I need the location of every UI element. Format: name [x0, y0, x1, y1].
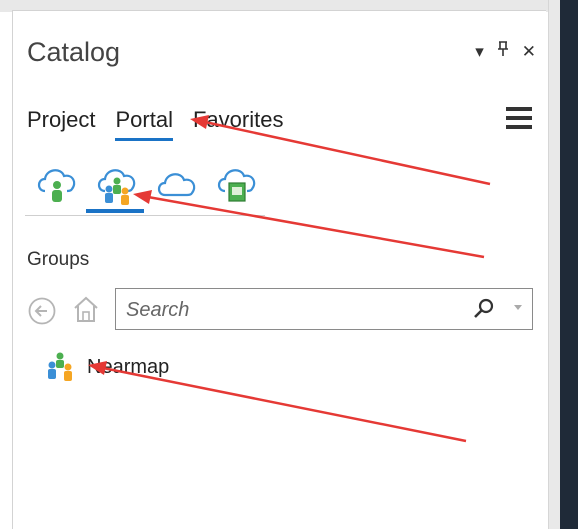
pane-controls: ▾ ✕	[475, 41, 536, 62]
tab-favorites[interactable]: Favorites	[193, 107, 287, 139]
catalog-pane: Catalog ▾ ✕ Project Portal Favorites Gro…	[12, 10, 546, 529]
pane-splitter[interactable]	[548, 0, 560, 529]
tab-project[interactable]: Project	[27, 107, 99, 139]
portal-source-bar	[35, 161, 259, 209]
pane-options-icon[interactable]: ▾	[475, 42, 484, 62]
home-icon[interactable]	[71, 293, 101, 325]
group-icon	[43, 351, 77, 383]
pin-icon[interactable]	[496, 41, 510, 62]
search-icon[interactable]	[472, 297, 496, 321]
search-input[interactable]	[124, 295, 458, 325]
active-source-indicator	[86, 209, 144, 213]
groups-cloud-icon[interactable]	[95, 161, 139, 209]
menu-icon[interactable]	[506, 107, 532, 129]
living-atlas-cloud-icon[interactable]	[215, 161, 259, 209]
section-heading: Groups	[27, 249, 90, 270]
catalog-tabs: Project Portal Favorites	[27, 107, 303, 141]
search-box	[115, 288, 533, 330]
my-content-cloud-icon[interactable]	[35, 161, 79, 209]
map-view-edge	[560, 0, 578, 529]
all-portal-cloud-icon[interactable]	[155, 161, 199, 209]
list-item[interactable]: Nearmap	[43, 351, 169, 383]
pane-title: Catalog	[27, 37, 121, 67]
chevron-down-icon[interactable]	[514, 305, 522, 310]
back-icon[interactable]	[27, 296, 57, 326]
source-divider	[25, 215, 265, 216]
close-icon[interactable]: ✕	[522, 42, 536, 62]
tab-portal[interactable]: Portal	[115, 107, 176, 141]
group-label: Nearmap	[87, 355, 170, 378]
